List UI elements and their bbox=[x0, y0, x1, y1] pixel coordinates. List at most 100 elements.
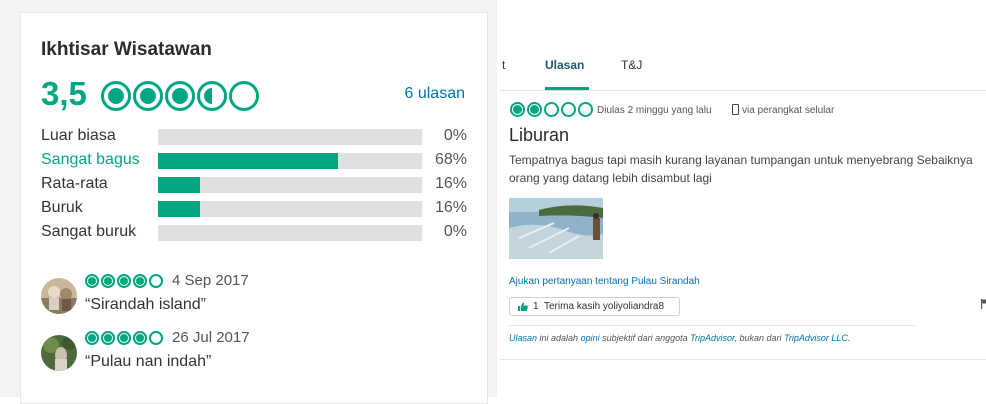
rating-bubble-icon bbox=[578, 102, 593, 117]
thumbs-up-icon bbox=[518, 302, 528, 311]
rating-bubble-icon bbox=[101, 274, 115, 288]
tab-partial[interactable]: t bbox=[502, 58, 505, 72]
rating-bar-percent: 0% bbox=[443, 223, 467, 240]
rating-bubble-fill bbox=[204, 88, 212, 104]
rating-bubble-fill bbox=[120, 334, 128, 342]
snippet-date: 4 Sep 2017 bbox=[172, 272, 249, 289]
rating-bubble-icon bbox=[510, 102, 525, 117]
rating-bubble-fill bbox=[88, 334, 96, 342]
thanks-label: Terima kasih yoliyoliandra8 bbox=[544, 301, 665, 312]
ask-question-link[interactable]: Ajukan pertanyaan tentang Pulau Sirandah bbox=[509, 276, 700, 287]
disclaimer-text: ini adalah bbox=[537, 333, 581, 343]
overall-bubble-rating bbox=[101, 81, 261, 111]
rating-bar-fill bbox=[158, 177, 201, 193]
avatar[interactable] bbox=[41, 278, 77, 314]
thanks-count: 1 bbox=[533, 301, 539, 312]
rating-bar-poor[interactable]: Buruk 16% bbox=[41, 199, 467, 219]
avatar[interactable] bbox=[41, 335, 77, 371]
disclaimer-link-tripadvisor[interactable]: TripAdvisor bbox=[690, 333, 734, 343]
rating-bubble-fill bbox=[513, 105, 522, 114]
rating-bar-track bbox=[158, 129, 422, 145]
rating-bar-label: Buruk bbox=[41, 199, 83, 216]
review-bubble-rating bbox=[510, 102, 595, 117]
rating-bubble-icon bbox=[85, 331, 99, 345]
rating-bar-track bbox=[158, 201, 422, 217]
rating-bar-track bbox=[158, 225, 422, 241]
rating-bar-percent: 0% bbox=[443, 127, 467, 144]
review-title[interactable]: Liburan bbox=[509, 125, 569, 146]
flag-icon[interactable] bbox=[981, 299, 986, 309]
rating-bar-percent: 16% bbox=[434, 199, 467, 216]
rating-bubble-fill bbox=[108, 88, 124, 104]
rating-bar-average[interactable]: Rata-rata 16% bbox=[41, 175, 467, 195]
active-tab-indicator bbox=[545, 87, 589, 90]
rating-bar-label: Luar biasa bbox=[41, 127, 116, 144]
rating-bubble-icon bbox=[101, 331, 115, 345]
tab-qa[interactable]: T&J bbox=[621, 58, 642, 72]
rating-bubble-icon bbox=[149, 331, 163, 345]
review-body: Tempatnya bagus tapi masih kurang layana… bbox=[509, 151, 986, 187]
rating-bubble-icon bbox=[544, 102, 559, 117]
rating-bubble-fill bbox=[104, 277, 112, 285]
divider bbox=[500, 359, 986, 360]
rating-bar-label: Sangat buruk bbox=[41, 223, 137, 240]
disclaimer-link-opinion[interactable]: opini bbox=[581, 333, 600, 343]
rating-bubble-icon bbox=[85, 274, 99, 288]
rating-bubble-icon bbox=[229, 81, 259, 111]
rating-bubble-fill bbox=[136, 277, 144, 285]
snippet-title[interactable]: “Pulau nan indah” bbox=[85, 353, 211, 371]
thank-reviewer-button[interactable]: 1 Terima kasih yoliyoliandra8 bbox=[509, 297, 680, 316]
beach-photo bbox=[509, 198, 603, 259]
rating-bubble-fill bbox=[140, 88, 156, 104]
rating-bar-label: Rata-rata bbox=[41, 175, 108, 192]
rating-bubble-icon bbox=[101, 81, 131, 111]
rating-bubble-icon bbox=[133, 274, 147, 288]
rating-bubble-fill bbox=[120, 277, 128, 285]
rating-bubble-icon bbox=[149, 274, 163, 288]
avatar-photo bbox=[41, 335, 77, 371]
rating-bubble-icon bbox=[561, 102, 576, 117]
disclaimer-text: , bukan dari bbox=[734, 333, 785, 343]
review-body-line: Tempatnya bagus tapi masih kurang layana… bbox=[509, 153, 973, 167]
rating-bubble-fill bbox=[530, 105, 539, 114]
snippet-bubble-rating bbox=[85, 331, 165, 345]
rating-bar-terrible[interactable]: Sangat buruk 0% bbox=[41, 223, 467, 243]
rating-bar-very-good[interactable]: Sangat bagus 68% bbox=[41, 151, 467, 171]
avatar-photo bbox=[41, 278, 77, 314]
rating-bubble-icon bbox=[117, 331, 131, 345]
disclaimer-text: subjektif dari anggota bbox=[599, 333, 691, 343]
mobile-phone-icon bbox=[732, 104, 739, 115]
divider bbox=[509, 325, 915, 326]
rating-bubble-fill bbox=[104, 334, 112, 342]
average-score: 3,5 bbox=[41, 75, 87, 112]
rating-bubble-fill bbox=[136, 334, 144, 342]
snippet-title[interactable]: “Sirandah island” bbox=[85, 296, 206, 314]
review-body-line: orang yang datang lebih disambut lagi bbox=[509, 171, 712, 185]
snippet-date: 26 Jul 2017 bbox=[172, 329, 250, 346]
rating-bubble-icon bbox=[117, 274, 131, 288]
rating-bar-excellent[interactable]: Luar biasa 0% bbox=[41, 127, 467, 147]
rating-bubble-icon bbox=[527, 102, 542, 117]
rating-bubble-icon bbox=[133, 331, 147, 345]
rating-bar-track bbox=[158, 153, 422, 169]
rating-bar-track bbox=[158, 177, 422, 193]
review-device: via perangkat selular bbox=[742, 105, 835, 116]
traveler-overview-card: Ikhtisar Wisatawan 3,5 6 ulasan Luar bia… bbox=[20, 12, 488, 404]
review-disclaimer: Ulasan ini adalah opini subjektif dari a… bbox=[509, 333, 850, 343]
review-snippet[interactable]: 26 Jul 2017 “Pulau nan indah” bbox=[41, 329, 471, 373]
rating-bubble-icon bbox=[133, 81, 163, 111]
rating-bubble-icon bbox=[165, 81, 195, 111]
disclaimer-link-reviews[interactable]: Ulasan bbox=[509, 333, 537, 343]
rating-bar-fill bbox=[158, 153, 338, 169]
rating-bar-label: Sangat bagus bbox=[41, 151, 140, 168]
disclaimer-link-tripadvisor-llc[interactable]: TripAdvisor LLC bbox=[784, 333, 848, 343]
rating-bar-percent: 68% bbox=[434, 151, 467, 168]
snippet-bubble-rating bbox=[85, 274, 165, 288]
tab-reviews[interactable]: Ulasan bbox=[545, 58, 584, 72]
rating-bubble-fill bbox=[88, 277, 96, 285]
rating-bubble-fill bbox=[172, 88, 188, 104]
disclaimer-text: . bbox=[847, 333, 851, 343]
review-snippet[interactable]: 4 Sep 2017 “Sirandah island” bbox=[41, 272, 471, 316]
review-photo[interactable] bbox=[509, 198, 603, 259]
review-count-link[interactable]: 6 ulasan bbox=[405, 85, 466, 103]
